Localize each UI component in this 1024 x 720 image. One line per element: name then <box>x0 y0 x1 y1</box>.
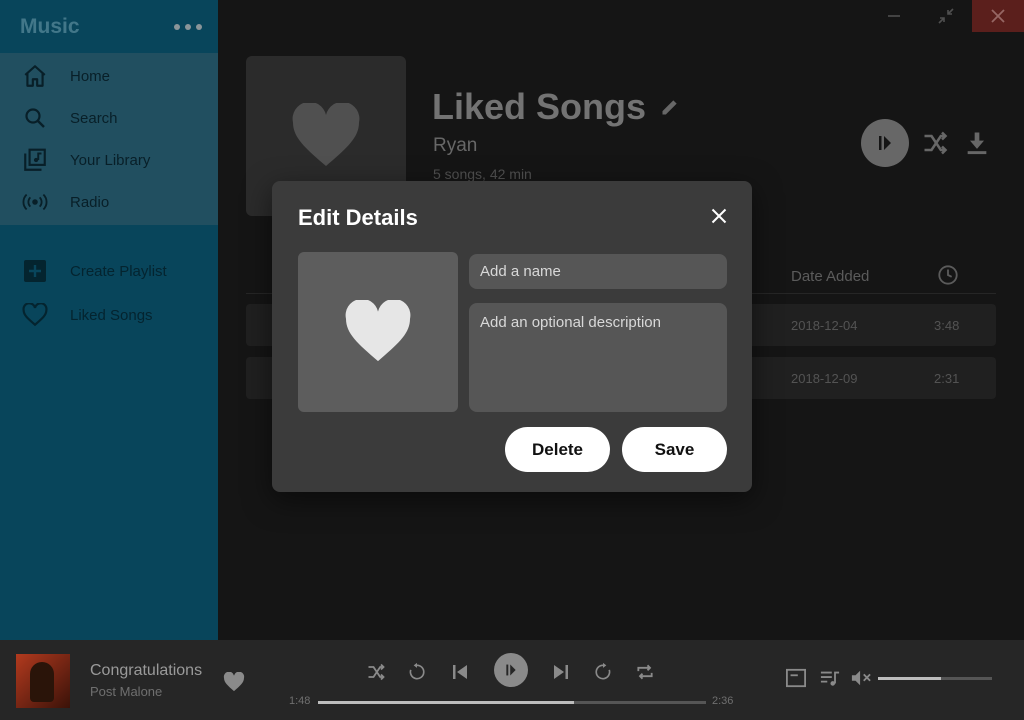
sidebar-item-label: Your Library <box>70 151 151 169</box>
minimize-icon <box>888 15 900 17</box>
heart-icon <box>292 103 360 166</box>
sidebar-item-label: Home <box>70 67 111 85</box>
window-controls <box>868 0 1024 32</box>
like-button[interactable] <box>223 671 245 697</box>
radio-icon <box>22 189 48 215</box>
skip-previous-icon <box>453 665 467 679</box>
sidebar-item-search[interactable]: Search <box>0 97 218 139</box>
close-icon <box>711 208 727 224</box>
home-icon <box>22 63 48 89</box>
download-icon <box>967 132 987 155</box>
sidebar-header: Music <box>0 0 218 53</box>
rewind-10-icon <box>409 662 425 680</box>
more-options-icon[interactable] <box>174 23 202 31</box>
clock-icon <box>937 264 959 291</box>
playlist-name-input[interactable] <box>469 254 727 289</box>
play-pause-icon <box>506 664 516 676</box>
lyrics-icon <box>786 668 806 688</box>
row-date: 2018-12-04 <box>791 318 858 333</box>
dialog-title: Edit Details <box>298 205 418 230</box>
play-button[interactable] <box>861 119 909 167</box>
heart-icon <box>345 300 411 362</box>
play-pause-button[interactable] <box>494 653 528 687</box>
skip-next-icon <box>554 665 568 679</box>
playlist-owner: Ryan <box>433 135 478 156</box>
playlist-image-picker[interactable] <box>298 252 458 412</box>
sidebar-item-label: Radio <box>70 193 110 211</box>
forward-10-button[interactable] <box>591 660 615 684</box>
playlist-title: Liked Songs <box>432 86 680 128</box>
search-icon <box>22 105 48 131</box>
lyrics-button[interactable] <box>784 666 808 690</box>
heart-outline-icon <box>22 302 48 328</box>
save-button[interactable]: Save <box>622 427 727 472</box>
playlist-meta: 5 songs, 42 min <box>433 166 532 182</box>
sidebar: Music Home Search Your Library Radio Cre… <box>0 0 218 640</box>
queue-button[interactable] <box>818 666 842 690</box>
playlist-title-text: Liked Songs <box>432 86 647 127</box>
shuffle-button[interactable] <box>364 660 388 684</box>
shuffle-button[interactable] <box>921 129 949 162</box>
sidebar-item-home[interactable]: Home <box>0 55 218 97</box>
add-box-icon <box>22 258 48 284</box>
row-date: 2018-12-09 <box>791 371 858 386</box>
heart-icon <box>223 671 245 692</box>
sidebar-item-create-playlist[interactable]: Create Playlist <box>0 249 218 293</box>
now-playing-artist[interactable]: Post Malone <box>90 684 162 699</box>
sidebar-playlists: Create Playlist Liked Songs <box>0 225 218 337</box>
delete-button[interactable]: Delete <box>505 427 610 472</box>
forward-10-icon <box>595 662 611 680</box>
dialog-close-button[interactable] <box>708 205 730 227</box>
sidebar-item-radio[interactable]: Radio <box>0 181 218 223</box>
album-art[interactable] <box>16 654 70 708</box>
queue-icon <box>820 671 840 686</box>
minimize-button[interactable] <box>868 0 920 32</box>
edit-details-dialog: Edit Details Delete Save <box>272 181 752 492</box>
sidebar-nav: Home Search Your Library Radio <box>0 53 218 225</box>
next-button[interactable] <box>549 660 573 684</box>
restore-button[interactable] <box>920 0 972 32</box>
mute-button[interactable] <box>849 666 873 690</box>
volume-muted-icon <box>851 670 871 686</box>
edit-pencil-icon[interactable] <box>660 97 680 117</box>
play-pause-icon <box>879 136 891 150</box>
sidebar-item-label: Liked Songs <box>70 306 153 324</box>
player-bar: Congratulations Post Malone 1:48 2:36 <box>0 640 1024 720</box>
shuffle-icon <box>368 663 385 681</box>
date-added-header[interactable]: Date Added <box>791 268 869 285</box>
sidebar-item-library[interactable]: Your Library <box>0 139 218 181</box>
volume-slider-fill <box>878 677 941 680</box>
seek-bar[interactable] <box>318 701 706 704</box>
download-button[interactable] <box>963 129 991 162</box>
close-window-button[interactable] <box>972 0 1024 32</box>
repeat-icon <box>637 664 653 680</box>
close-icon <box>991 9 1005 23</box>
row-duration: 3:48 <box>934 318 960 333</box>
previous-button[interactable] <box>448 660 472 684</box>
sidebar-item-label: Create Playlist <box>70 262 167 280</box>
volume-slider[interactable] <box>878 677 992 680</box>
rewind-10-button[interactable] <box>405 660 429 684</box>
music-app: Music Home Search Your Library Radio Cre… <box>0 0 1024 720</box>
elapsed-time: 1:48 <box>289 695 311 707</box>
seek-bar-fill <box>318 701 575 704</box>
shuffle-icon <box>924 131 948 155</box>
sidebar-item-label: Search <box>70 109 118 127</box>
restore-icon <box>938 8 954 24</box>
app-title: Music <box>20 14 80 38</box>
repeat-button[interactable] <box>633 660 657 684</box>
playlist-description-input[interactable] <box>469 303 727 412</box>
sidebar-item-liked-songs[interactable]: Liked Songs <box>0 293 218 337</box>
row-duration: 2:31 <box>934 371 960 386</box>
library-icon <box>22 147 48 173</box>
now-playing-title[interactable]: Congratulations <box>90 662 202 680</box>
total-time: 2:36 <box>712 695 734 707</box>
